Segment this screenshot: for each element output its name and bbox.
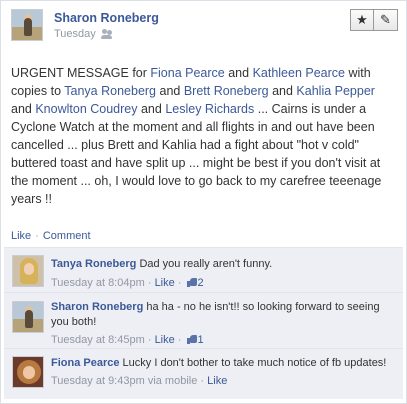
comment-item: Sharon Roneberg ha ha - no he isn't!! so… [4,292,403,348]
story-button-group: ★ ✎ [350,9,398,31]
comment-text: Lucky I don't bother to take much notice… [122,357,387,369]
separator: · [200,375,205,387]
tag-kathleen-pearce[interactable]: Kathleen Pearce [253,66,345,80]
separator: · [177,277,182,289]
tag-kahlia-pepper[interactable]: Kahlia Pepper [296,84,375,98]
message-text: and [137,102,166,116]
comment-timestamp[interactable]: Tuesday at 9:43pm via mobile [51,375,197,387]
author-avatar[interactable] [11,9,43,41]
commenter-name[interactable]: Tanya Roneberg [51,258,136,270]
comments-section: Tanya Roneberg Dad you really aren't fun… [4,247,403,399]
comment-timestamp[interactable]: Tuesday at 8:04pm [51,277,145,289]
tag-knowlton-coudrey[interactable]: Knowlton Coudrey [35,102,137,116]
thumbs-up-icon [186,334,198,344]
comment-like-link[interactable]: Like [155,334,175,346]
commenter-avatar[interactable] [12,255,44,287]
post-message: URGENT MESSAGE for Fiona Pearce and Kath… [11,64,398,208]
comment-meta: Tuesday at 9:43pm via mobile · Like [51,374,397,389]
comment-item: Tanya Roneberg Dad you really aren't fun… [4,248,403,292]
star-button[interactable]: ★ [350,9,374,31]
separator: · [147,334,152,346]
separator: · [147,277,152,289]
pencil-icon: ✎ [380,12,391,27]
message-text: and [268,84,297,98]
separator: · [177,334,182,346]
star-icon: ★ [356,12,368,27]
thumbs-up-icon [186,277,198,287]
tag-brett-roneberg[interactable]: Brett Roneberg [184,84,269,98]
commenter-avatar[interactable] [12,356,44,388]
comment-link[interactable]: Comment [43,230,91,242]
like-count[interactable]: 1 [185,334,204,346]
tag-tanya-roneberg[interactable]: Tanya Roneberg [64,84,156,98]
commenter-name[interactable]: Fiona Pearce [51,357,119,369]
like-count-value: 2 [197,277,204,289]
author-name[interactable]: Sharon Roneberg [54,11,159,25]
edit-button[interactable]: ✎ [374,9,398,31]
comment-timestamp[interactable]: Tuesday at 8:45pm [51,334,145,346]
story-card: Sharon Roneberg Tuesday ★ ✎ URGENT MESSA… [0,0,407,404]
friends-icon [100,29,113,39]
story-meta: Tuesday [54,28,113,40]
commenter-avatar[interactable] [12,301,44,333]
tag-lesley-richards[interactable]: Lesley Richards [165,102,254,116]
comment-like-link[interactable]: Like [207,375,227,387]
like-count-value: 1 [197,334,204,346]
timestamp[interactable]: Tuesday [54,28,96,40]
comment-item: Fiona Pearce Lucky I don't bother to tak… [4,348,403,402]
message-text: ... Cairns is under a Cyclone Watch at t… [11,102,382,206]
commenter-name[interactable]: Sharon Roneberg [51,301,143,313]
message-text: URGENT MESSAGE for [11,66,151,80]
tag-fiona-pearce[interactable]: Fiona Pearce [150,66,224,80]
message-text: and [224,66,253,80]
message-text: and [156,84,184,98]
like-count[interactable]: 2 [185,277,204,289]
comment-text: Dad you really aren't funny. [139,258,273,270]
comment-meta: Tuesday at 8:45pm · Like · 1 [51,333,397,348]
comment-meta: Tuesday at 8:04pm · Like · 2 [51,276,397,291]
story-actions: Like · Comment [11,230,91,242]
like-link[interactable]: Like [11,230,31,242]
comment-like-link[interactable]: Like [155,277,175,289]
message-text: and [11,102,36,116]
separator: · [35,230,39,242]
story-header: Sharon Roneberg Tuesday ★ ✎ [11,9,398,45]
